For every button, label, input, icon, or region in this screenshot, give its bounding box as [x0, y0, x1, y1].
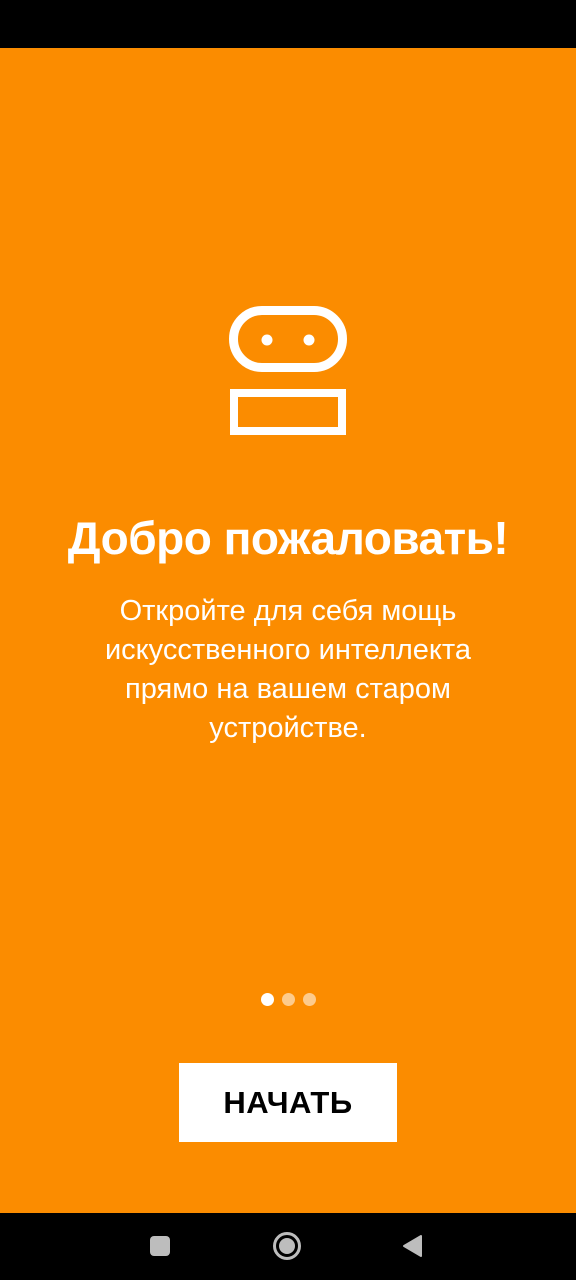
start-button[interactable]: НАЧАТЬ — [179, 1063, 397, 1142]
page-dot — [302, 993, 316, 1006]
onboarding-screen: Добро пожаловать! Откройте для себя мощь… — [0, 48, 576, 1213]
home-icon — [273, 1232, 301, 1260]
page-dot-active — [260, 993, 274, 1006]
home-button[interactable] — [271, 1230, 303, 1262]
page-indicator — [0, 993, 576, 1006]
back-button[interactable] — [396, 1230, 428, 1262]
welcome-description: Откройте для себя мощь искусственного ин… — [104, 595, 472, 744]
back-icon — [403, 1235, 422, 1257]
recents-icon — [150, 1236, 170, 1256]
welcome-title: Добро пожаловать! — [67, 512, 509, 564]
system-navigation-bar — [0, 1213, 576, 1280]
page-dot — [281, 993, 295, 1006]
robot-icon — [229, 306, 347, 436]
status-bar — [0, 0, 576, 48]
recents-button[interactable] — [144, 1230, 176, 1262]
